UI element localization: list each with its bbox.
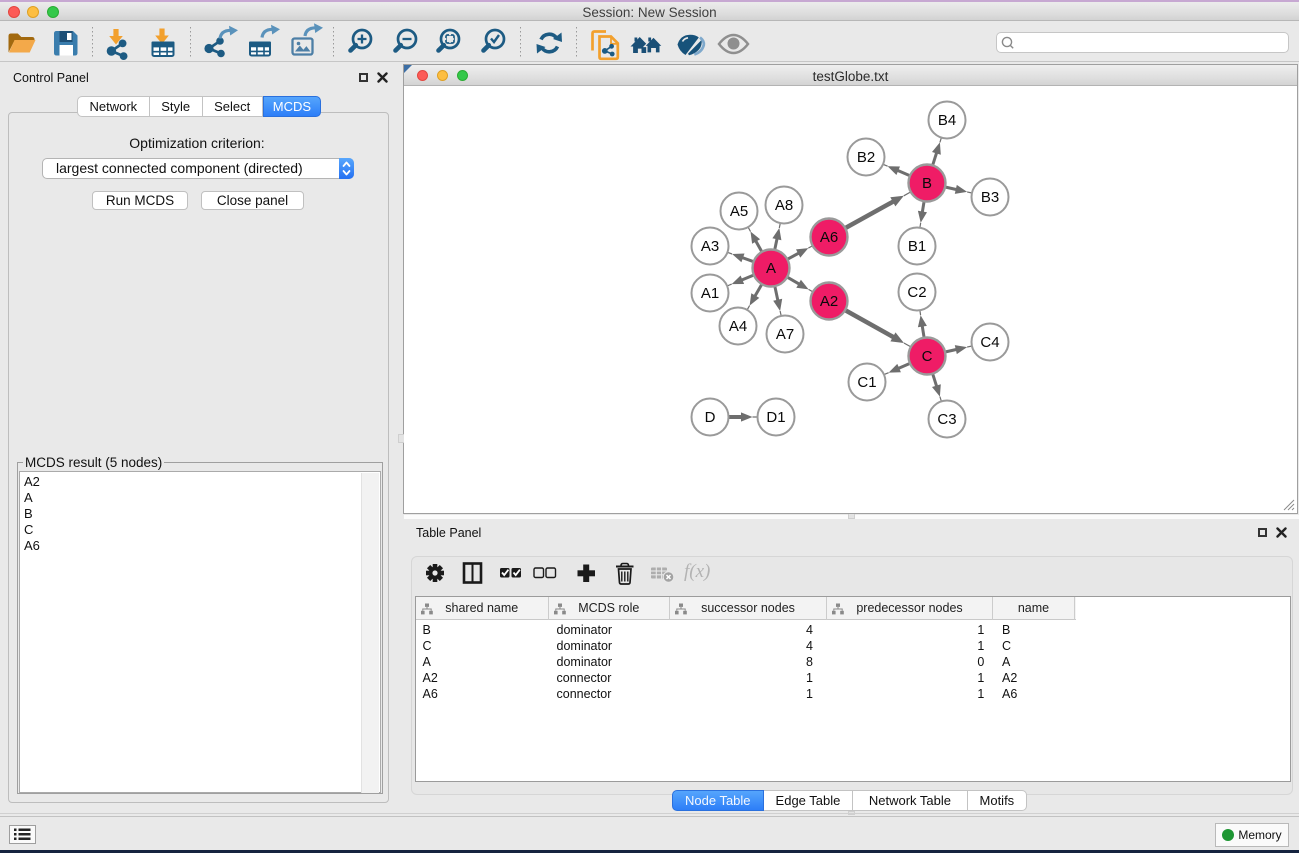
svg-text:D1: D1 <box>766 409 785 426</box>
svg-text:A7: A7 <box>776 326 794 343</box>
svg-text:D: D <box>705 409 716 426</box>
svg-text:A4: A4 <box>729 318 747 335</box>
svg-text:B3: B3 <box>981 189 999 206</box>
svg-text:B2: B2 <box>857 149 875 166</box>
svg-text:C3: C3 <box>937 411 956 428</box>
svg-text:A3: A3 <box>701 238 719 255</box>
svg-text:A8: A8 <box>775 197 793 214</box>
svg-text:A6: A6 <box>820 229 838 246</box>
svg-text:A5: A5 <box>730 203 748 220</box>
svg-text:A2: A2 <box>820 293 838 310</box>
svg-text:B1: B1 <box>908 238 926 255</box>
svg-text:C1: C1 <box>857 374 876 391</box>
svg-text:B: B <box>922 175 932 192</box>
svg-text:A: A <box>766 260 776 277</box>
svg-text:C2: C2 <box>907 284 926 301</box>
svg-text:A1: A1 <box>701 285 719 302</box>
svg-text:C: C <box>922 348 933 365</box>
svg-text:B4: B4 <box>938 112 956 129</box>
svg-text:C4: C4 <box>980 334 999 351</box>
